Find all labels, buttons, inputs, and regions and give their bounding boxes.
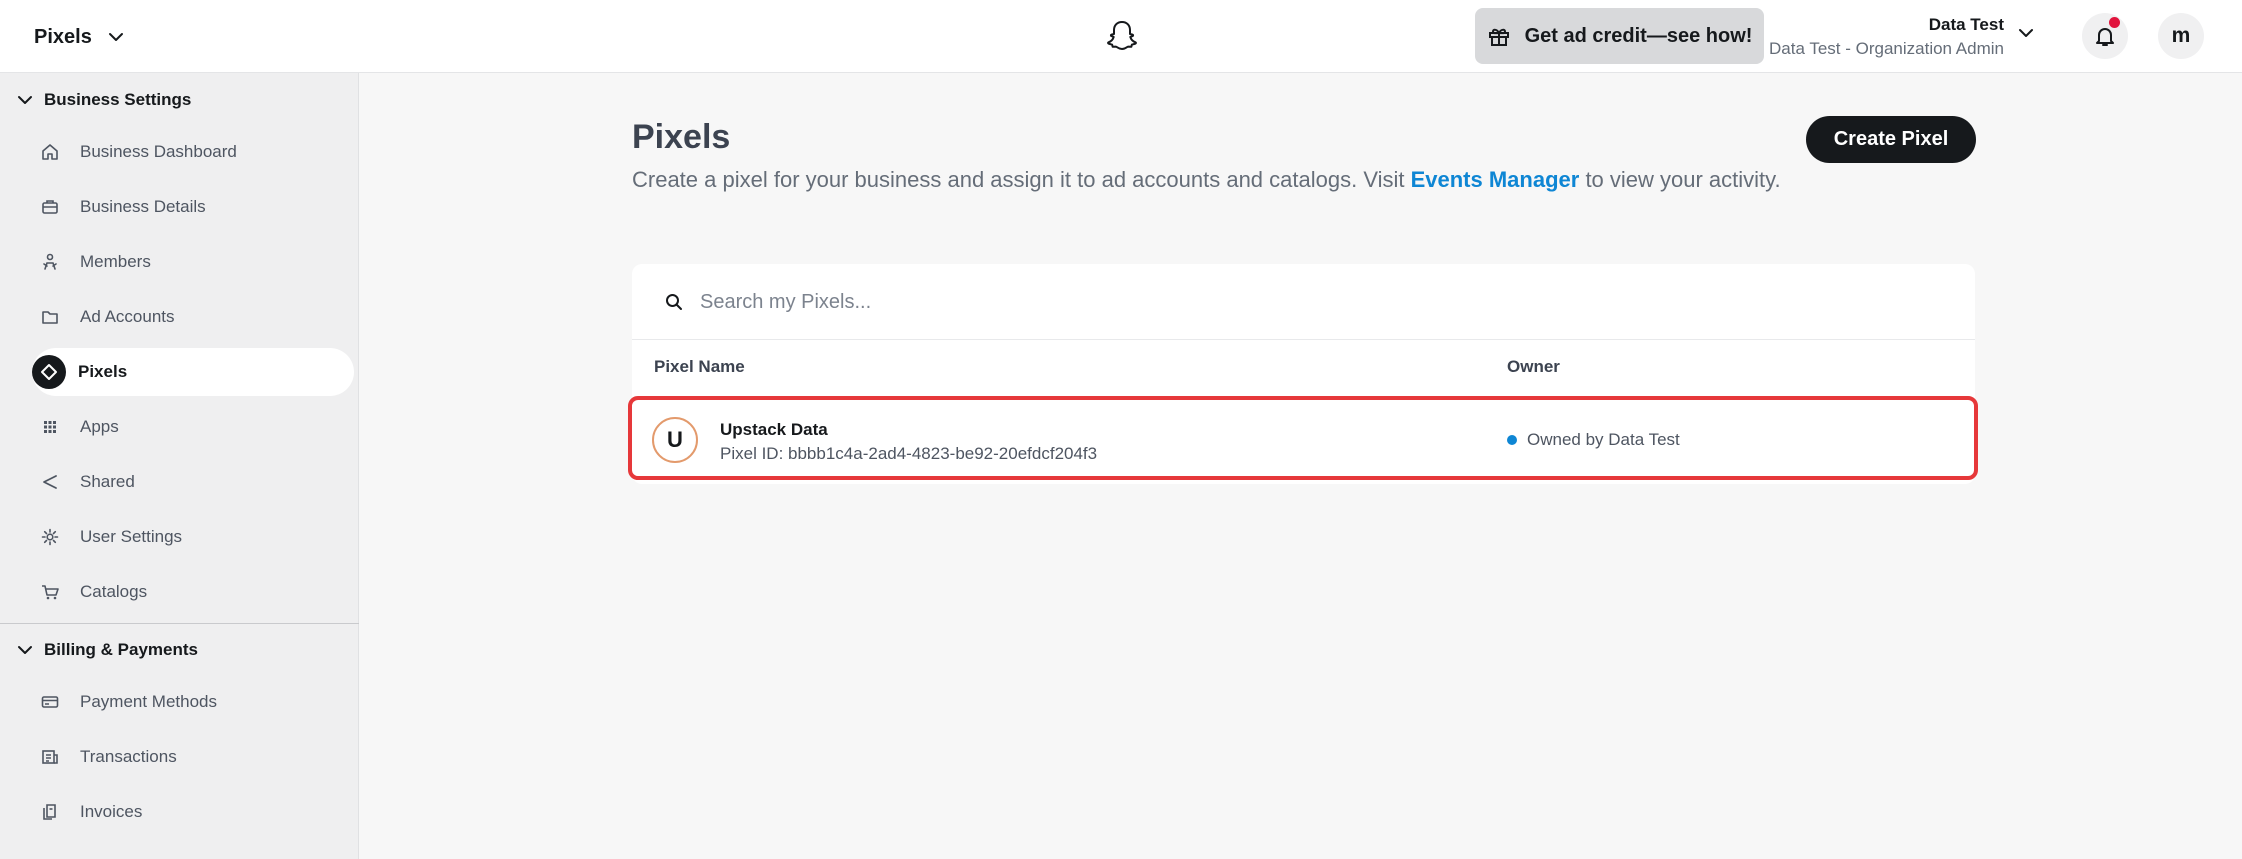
app-switcher-label: Pixels (34, 25, 92, 48)
section-billing-payments[interactable]: Billing & Payments (16, 635, 198, 665)
sidebar: Business Settings Business Dashboard Bus… (0, 73, 359, 859)
chevron-down-icon (18, 96, 32, 104)
sidebar-item-payment-methods[interactable]: Payment Methods (32, 678, 354, 726)
sidebar-item-business-details[interactable]: Business Details (32, 183, 354, 231)
members-icon (38, 250, 62, 274)
description-text-end: to view your activity. (1579, 167, 1781, 192)
chevron-down-icon (18, 646, 32, 654)
pixel-name: Upstack Data (720, 420, 828, 439)
grid-icon (38, 415, 62, 439)
search-input[interactable] (698, 282, 1938, 322)
receipt-icon (38, 745, 62, 769)
column-header-pixel-name[interactable]: Pixel Name (654, 357, 745, 377)
sidebar-item-label: Business Dashboard (80, 142, 237, 161)
owner-label: Owned by Data Test (1527, 430, 1680, 449)
chevron-down-icon (108, 33, 123, 41)
sidebar-item-ad-accounts[interactable]: Ad Accounts (32, 293, 354, 341)
org-name: Data Test (1928, 15, 2004, 34)
credit-card-icon (38, 690, 62, 714)
sidebar-item-transactions[interactable]: Transactions (32, 733, 354, 781)
promo-label: Get ad credit—see how! (1524, 24, 1753, 47)
sidebar-item-label: User Settings (80, 527, 183, 546)
sidebar-item-business-dashboard[interactable]: Business Dashboard (32, 128, 354, 176)
page-title: Pixels (632, 118, 731, 156)
sidebar-item-label: Apps (80, 417, 119, 436)
pixels-table-card: Pixel Name Owner U Upstack Data Pixel ID… (628, 264, 1978, 484)
section-title: Billing & Payments (44, 640, 198, 659)
search-bar (632, 264, 1975, 340)
chevron-down-icon (2019, 29, 2033, 37)
create-pixel-button[interactable]: Create Pixel (1806, 116, 1976, 163)
gear-icon (38, 525, 62, 549)
owner-status-dot (1507, 435, 1517, 445)
user-avatar[interactable]: m (2158, 13, 2204, 59)
folder-icon (38, 305, 62, 329)
events-manager-link[interactable]: Events Manager (1411, 167, 1580, 192)
search-icon (666, 294, 682, 310)
sidebar-item-label: Shared (80, 472, 135, 491)
page-description: Create a pixel for your business and ass… (632, 166, 1792, 194)
get-ad-credit-button[interactable]: Get ad credit—see how! (1475, 8, 1764, 64)
top-header: Pixels Get ad credit—see how! Data Test … (0, 0, 2242, 73)
notifications-button[interactable] (2082, 13, 2128, 59)
sidebar-item-label: Pixels (78, 362, 128, 381)
sidebar-item-label: Transactions (80, 747, 177, 766)
sidebar-item-pixels[interactable]: Pixels (32, 348, 354, 396)
column-header-owner[interactable]: Owner (1507, 357, 1560, 377)
sidebar-divider (0, 623, 359, 624)
sidebar-item-label: Members (80, 252, 151, 271)
notification-dot (2109, 17, 2120, 28)
sidebar-item-label: Business Details (80, 197, 206, 216)
sidebar-item-label: Invoices (80, 802, 143, 821)
sidebar-item-members[interactable]: Members (32, 238, 354, 286)
sidebar-item-label: Catalogs (80, 582, 148, 601)
sidebar-item-user-settings[interactable]: User Settings (32, 513, 354, 561)
gift-icon (1488, 28, 1509, 46)
organization-switcher[interactable]: Data Test Data Test - Organization Admin (1769, 13, 2060, 61)
table-row[interactable]: U Upstack Data Pixel ID: bbbb1c4a-2ad4-4… (628, 396, 1978, 480)
owner-cell: Owned by Data Test (1507, 430, 1680, 450)
invoice-icon (38, 800, 62, 824)
home-icon (38, 140, 62, 164)
sidebar-item-shared[interactable]: Shared (32, 458, 354, 506)
sidebar-item-apps[interactable]: Apps (32, 403, 354, 451)
snapchat-ghost-icon[interactable] (1104, 18, 1140, 54)
briefcase-icon (38, 195, 62, 219)
org-role: Data Test - Organization Admin (1769, 39, 2004, 58)
section-title: Business Settings (44, 90, 192, 109)
pixel-avatar: U (652, 417, 698, 463)
sidebar-item-label: Payment Methods (80, 692, 218, 711)
sidebar-item-catalogs[interactable]: Catalogs (32, 568, 354, 616)
share-icon (38, 470, 62, 494)
app-switcher[interactable]: Pixels (34, 22, 126, 52)
section-business-settings[interactable]: Business Settings (16, 85, 191, 115)
pixel-id: Pixel ID: bbbb1c4a-2ad4-4823-be92-20efdc… (720, 444, 1098, 463)
sidebar-item-label: Ad Accounts (80, 307, 175, 326)
pixel-icon (32, 355, 66, 389)
sidebar-item-invoices[interactable]: Invoices (32, 788, 354, 836)
description-text: Create a pixel for your business and ass… (632, 167, 1411, 192)
cart-icon (38, 580, 62, 604)
